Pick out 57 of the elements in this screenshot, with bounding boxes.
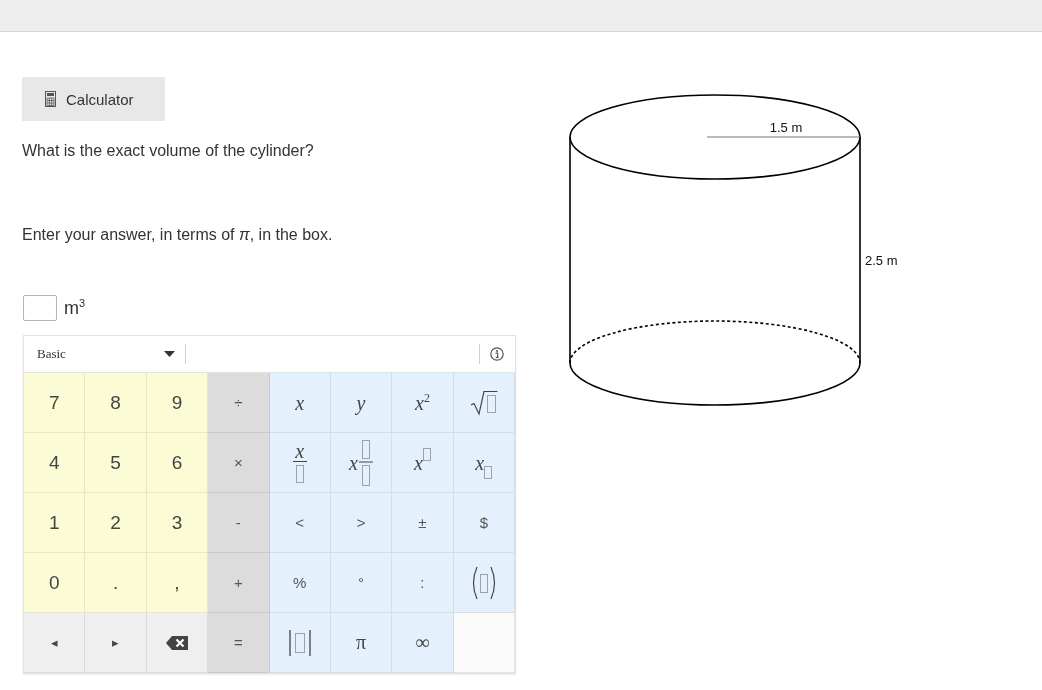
keypad-key[interactable]: x xyxy=(269,433,331,493)
keypad-key[interactable] xyxy=(453,553,515,613)
keypad-key[interactable]: = xyxy=(208,613,270,673)
keypad-key[interactable]: 0 xyxy=(24,553,86,613)
keypad-key[interactable]: . xyxy=(85,553,147,613)
keypad-key[interactable]: % xyxy=(269,553,331,613)
keypad-key[interactable]: x$^{2}$ xyxy=(392,373,454,433)
keypad-key[interactable]: : xyxy=(392,553,454,613)
keypad-key[interactable]: ± xyxy=(392,493,454,553)
keypad-key[interactable]: x xyxy=(269,373,331,433)
instruction-text: Enter your answer, in terms of π, in the box. xyxy=(22,226,334,244)
mode-dropdown[interactable]: Basic xyxy=(24,339,180,369)
keypad-key[interactable]: 4 xyxy=(24,433,86,493)
keypad-key[interactable] xyxy=(453,373,515,433)
fraction-placeholder-icon xyxy=(359,439,373,486)
backspace-icon xyxy=(165,635,188,650)
placeholder-icon xyxy=(484,465,493,479)
placeholder-icon xyxy=(422,447,431,461)
keypad-key[interactable]: $ xyxy=(453,493,515,553)
radius-label: 1.5 m xyxy=(769,120,803,135)
caret-icon xyxy=(164,351,175,357)
keypad-key[interactable]: ° xyxy=(330,553,393,613)
answer-field[interactable] xyxy=(23,295,57,321)
backspace-key[interactable] xyxy=(146,613,209,673)
calculator-icon xyxy=(45,91,56,107)
keypad-key[interactable]: 1 xyxy=(24,493,86,553)
keypad-key[interactable]: ÷ xyxy=(208,373,270,433)
keypad-key[interactable]: ◂ xyxy=(24,613,86,673)
height-label: 2.5 m xyxy=(865,253,898,268)
keypad-key[interactable]: 6 xyxy=(146,433,209,493)
keypad-key[interactable]: y xyxy=(330,373,393,433)
keypad-key[interactable]: 8 xyxy=(85,373,147,433)
keypad-key[interactable]: ∞ xyxy=(392,613,454,673)
keypad-key[interactable]: , xyxy=(146,553,209,613)
keypad-key[interactable]: 2 xyxy=(85,493,147,553)
keypad-key[interactable]: x xyxy=(330,433,393,493)
keypad-key[interactable]: > xyxy=(330,493,393,553)
keypad-key[interactable]: 5 xyxy=(85,433,147,493)
keypad-key[interactable] xyxy=(269,613,331,673)
keypad-key[interactable]: 3 xyxy=(146,493,209,553)
denominator-placeholder-icon xyxy=(292,460,307,483)
square-root-icon xyxy=(469,389,498,416)
calculator-button[interactable]: Calculator xyxy=(22,77,165,121)
keypad-key[interactable]: 9 xyxy=(146,373,209,433)
keypad-key[interactable]: x xyxy=(392,433,454,493)
keypad-key[interactable]: π xyxy=(330,613,393,673)
keypad-key[interactable]: 7 xyxy=(24,373,86,433)
keypad-key[interactable]: × xyxy=(208,433,270,493)
absolute-value-icon xyxy=(287,629,312,656)
keypad-key[interactable]: ▸ xyxy=(85,613,147,673)
keypad-key[interactable]: - xyxy=(208,493,270,553)
unit-label: m$^{3}$ xyxy=(64,297,86,319)
question-text: What is the exact volume of the cylinder? xyxy=(22,142,315,160)
keypad-key[interactable]: + xyxy=(208,553,270,613)
keypad-key[interactable]: x xyxy=(453,433,515,493)
info-icon[interactable] xyxy=(490,347,504,361)
keypad-key[interactable]: < xyxy=(269,493,331,553)
